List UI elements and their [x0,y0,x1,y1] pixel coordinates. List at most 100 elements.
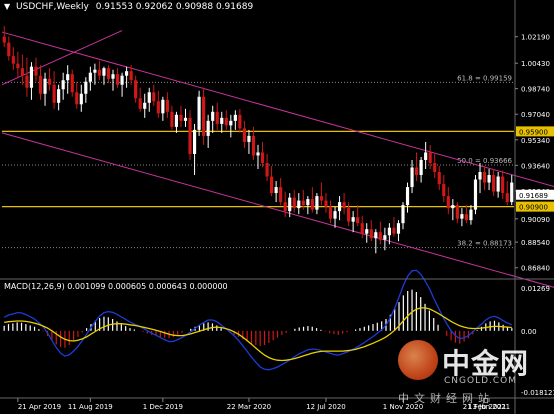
cngold-logo-icon [398,340,438,380]
macd-header: MACD(12,26,9) 0.001099 0.000605 0.000643… [4,282,228,291]
candle-body [433,162,437,173]
candle-body [242,128,246,142]
candle-body [297,200,301,209]
candle-body [75,92,79,105]
candle-body [473,179,478,210]
candle-body [229,120,233,126]
candle-body [238,114,242,129]
candle-body [496,176,500,192]
candle-body [333,211,337,219]
candle-body [342,202,346,209]
price-tick-label: 0.86840 [521,265,550,273]
time-tick-label: 21 Apr 2019 [18,403,61,411]
candle-body [351,217,355,222]
candle-body [165,99,169,112]
candle-body [510,182,514,203]
candle-body [43,78,47,94]
candle-body [446,196,450,209]
candle-body [360,223,364,234]
candle-body [79,93,83,105]
candle-body [11,56,15,64]
candle-body [29,66,34,88]
candle-body [505,193,509,203]
candle-body [501,176,505,194]
candle-body [328,206,333,219]
candle-body [451,205,455,209]
candle-body [170,111,174,127]
price-tick-label: 0.93640 [521,162,550,170]
price-tick-label: 0.98740 [521,86,550,94]
price-tick-label: 0.95340 [521,137,550,145]
fib-level-label: 50.0 = 0.93666 [457,157,512,165]
candle-body [487,175,491,183]
candle-body [84,81,88,94]
candle-body [455,205,459,219]
candle-body [174,114,179,127]
candle-body [93,69,97,73]
candle-body [161,99,165,114]
candle-body [224,117,228,126]
candle-body [265,162,269,177]
fib-level-label: 38.2 = 0.88173 [457,240,512,248]
candle-body [179,114,183,121]
candle-body [383,235,387,240]
candle-body [270,176,274,194]
candle-body [143,102,147,109]
level-price-tag-label: 0.90900 [519,204,548,212]
candle-body [147,92,151,103]
candle-body [38,75,43,94]
candle-body [414,167,419,176]
candle-body [260,152,265,163]
candle-body [387,227,391,236]
time-tick-label: 22 Mar 2020 [227,403,271,411]
candle-body [134,80,138,99]
candle-body [192,129,197,154]
candle-body [301,200,305,206]
candle-body [215,111,219,124]
price-tick-label: 0.97040 [521,111,550,119]
candle-body [256,152,260,156]
candle-body [125,71,129,76]
collapse-triangle-icon[interactable]: ▼ [4,2,10,11]
candle-body [310,199,314,210]
candle-body [47,78,52,85]
watermark-subtitle: 中文财经网站 [398,392,494,405]
symbol-label: USDCHF,Weekly [16,2,89,12]
candle-body [324,200,328,207]
candle-body [247,135,251,142]
candle-body [211,111,215,121]
candle-body [197,96,201,130]
candle-body [478,172,482,180]
time-tick-label: 1 Dec 2019 [143,403,183,411]
candle-body [274,187,278,194]
candle-body [106,68,111,79]
candle-body [66,74,70,81]
candle-body [410,167,414,188]
candle-body [319,196,324,201]
candle-body [129,71,133,81]
candle-body [156,101,160,114]
candle-body [428,152,432,163]
candle-body [337,202,342,212]
candle-body [183,117,188,121]
candle-body [220,117,224,124]
macd-axis-label: 0.00 [521,328,537,336]
candle-body [206,120,210,136]
fib-level-label: 61.8 = 0.99159 [457,74,512,82]
candle-body [97,69,102,76]
price-tick-label: 1.00430 [521,60,550,68]
candle-body [120,75,124,85]
candle-body [70,74,74,93]
candle-body [20,68,24,76]
candle-body [492,175,496,192]
candle-body [233,114,237,121]
watermark-domain: CNGOLD.COM [444,376,518,386]
candle-body [7,42,11,57]
candle-body [460,214,464,219]
candle-body [138,98,142,109]
macd-axis-label: 0.01269 [521,285,550,293]
chart-header: ▼ USDCHF,Weekly 0.91553 0.92062 0.90988 … [4,2,253,12]
candle-body [115,74,120,85]
price-tick-label: 0.90090 [521,216,550,224]
candle-body [34,66,38,76]
